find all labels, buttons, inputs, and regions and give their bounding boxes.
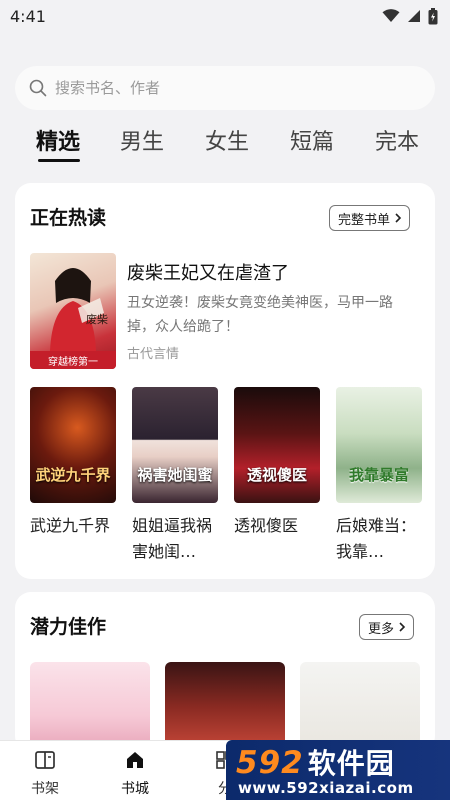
book-item[interactable]: 我靠暴富 后娘难当：我靠… bbox=[336, 387, 422, 565]
search-icon bbox=[29, 79, 47, 97]
book-cover-text: 武逆九千界 bbox=[35, 466, 111, 484]
book-item[interactable]: 武逆九千界 武逆九千界 bbox=[30, 387, 116, 539]
bookshelf-icon bbox=[35, 751, 55, 769]
featured-book-category: 古代言情 bbox=[127, 347, 180, 362]
book-cover-text: 我靠暴富 bbox=[348, 466, 409, 484]
book-cover[interactable] bbox=[165, 662, 285, 752]
watermark-number: 592 bbox=[236, 745, 304, 781]
status-time: 4:41 bbox=[10, 6, 46, 26]
book-cover[interactable] bbox=[30, 662, 150, 752]
book-cover-text: 透视傻医 bbox=[246, 466, 307, 484]
book-title: 姐姐逼我祸害她闺… bbox=[132, 516, 213, 561]
home-icon bbox=[127, 752, 143, 768]
potential-works-section: 潜力佳作 更多 bbox=[15, 592, 435, 752]
nav-bookstore[interactable]: 书城 bbox=[105, 749, 165, 798]
book-cover[interactable] bbox=[300, 662, 420, 752]
svg-text:废柴: 废柴 bbox=[86, 312, 108, 326]
potential-book-row bbox=[30, 662, 420, 752]
search-input[interactable] bbox=[55, 79, 395, 97]
book-cover: 祸害她闺蜜 bbox=[132, 387, 218, 503]
tab-short[interactable]: 短篇 bbox=[290, 124, 334, 156]
status-icons bbox=[382, 7, 438, 25]
chevron-right-icon bbox=[399, 622, 406, 632]
featured-book-title[interactable]: 废柴王妃又在虐渣了 bbox=[127, 259, 289, 285]
book-item[interactable]: 祸害她闺蜜 姐姐逼我祸害她闺… bbox=[132, 387, 218, 565]
book-title: 透视傻医 bbox=[234, 516, 299, 535]
featured-book-cover[interactable]: 废柴 穿越榜第一 bbox=[30, 253, 116, 369]
battery-icon bbox=[428, 7, 438, 24]
nav-bookshelf[interactable]: 书架 bbox=[15, 749, 75, 798]
active-tab-indicator bbox=[38, 159, 80, 162]
watermark-text: 软件园 bbox=[307, 747, 395, 780]
tab-completed[interactable]: 完本 bbox=[375, 124, 419, 156]
search-bar[interactable] bbox=[15, 66, 435, 110]
category-tabs: 精选 男生 女生 短篇 完本 bbox=[0, 124, 450, 164]
book-title: 后娘难当：我靠… bbox=[336, 516, 417, 561]
signal-icon bbox=[408, 10, 420, 22]
nav-label: 书架 bbox=[31, 781, 59, 797]
book-cover-illustration: 废柴 bbox=[50, 268, 108, 351]
book-item[interactable]: 透视傻医 透视傻医 bbox=[234, 387, 320, 539]
tab-female[interactable]: 女生 bbox=[205, 124, 249, 156]
nav-label: 书城 bbox=[121, 781, 149, 797]
section-title: 潜力佳作 bbox=[30, 616, 107, 638]
more-button[interactable]: 更多 bbox=[359, 614, 415, 640]
section-title: 正在热读 bbox=[30, 207, 107, 229]
watermark-url: www.592xiazai.com bbox=[238, 779, 414, 797]
status-bar: 4:41 bbox=[0, 0, 450, 32]
book-cover: 透视傻医 bbox=[234, 387, 320, 503]
book-title: 武逆九千界 bbox=[30, 516, 111, 535]
site-watermark: 592 软件园 www.592xiazai.com bbox=[226, 740, 450, 800]
full-list-label: 完整书单 bbox=[338, 212, 391, 228]
hot-book-grid: 武逆九千界 武逆九千界 祸害她闺蜜 姐姐逼我祸害她闺… 透视傻医 透视傻医 我靠… bbox=[30, 387, 422, 567]
full-list-button[interactable]: 完整书单 bbox=[329, 205, 411, 231]
tab-male[interactable]: 男生 bbox=[120, 124, 164, 156]
book-cover-text: 祸害她闺蜜 bbox=[137, 466, 213, 484]
wifi-icon bbox=[382, 9, 400, 22]
tab-featured[interactable]: 精选 bbox=[36, 124, 80, 156]
featured-badge: 穿越榜第一 bbox=[30, 351, 116, 369]
chevron-right-icon bbox=[395, 213, 402, 223]
watermark-logo: 592 软件园 bbox=[236, 742, 395, 782]
more-label: 更多 bbox=[368, 621, 395, 637]
book-cover: 武逆九千界 bbox=[30, 387, 116, 503]
book-cover: 我靠暴富 bbox=[336, 387, 422, 503]
hot-reading-section: 正在热读 完整书单 废柴 穿越榜第一 废柴王妃又在虐渣了 丑女逆袭！废柴女竟变绝… bbox=[15, 183, 435, 579]
featured-book-description: 丑女逆袭！废柴女竟变绝美神医，马甲一路掉，众人给跪了！ bbox=[127, 295, 393, 335]
